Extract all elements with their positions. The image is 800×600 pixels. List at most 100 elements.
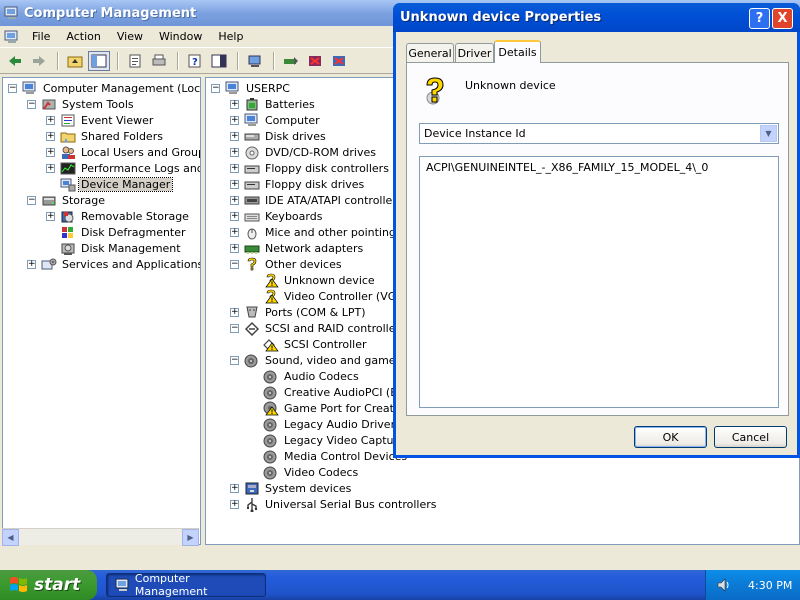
expand-icon[interactable]: + — [230, 483, 239, 493]
up-one-level-icon[interactable] — [64, 51, 86, 71]
expand-icon[interactable]: + — [230, 99, 239, 109]
tree-item[interactable]: + Universal Serial Bus controllers — [230, 496, 438, 512]
tree-item[interactable]: − Other devices — [230, 256, 344, 272]
menu-view[interactable]: View — [109, 28, 151, 45]
shared-folders-icon — [60, 129, 76, 144]
tree-item[interactable]: + Removable Storage — [46, 208, 191, 224]
scroll-right-icon[interactable]: ▶ — [182, 529, 199, 546]
back-icon[interactable] — [4, 51, 26, 71]
tree-item[interactable]: + Performance Logs and Alerts — [46, 160, 200, 176]
tab-details[interactable]: Details — [494, 40, 541, 63]
expand-icon[interactable]: + — [46, 147, 55, 157]
tree-item[interactable]: + DVD/CD-ROM drives — [230, 144, 378, 160]
expand-icon[interactable]: + — [230, 131, 239, 141]
tree-item[interactable]: + Keyboards — [230, 208, 324, 224]
taskbar-item-computer-management[interactable]: Computer Management — [106, 572, 266, 598]
tree-item[interactable]: + Floppy disk drives — [230, 176, 366, 192]
expand-icon[interactable]: + — [230, 115, 239, 125]
collapse-icon[interactable]: − — [230, 259, 239, 269]
tree-item[interactable]: + IDE ATA/ATAPI controllers — [230, 192, 405, 208]
tab-general[interactable]: General — [406, 43, 454, 62]
collapse-icon[interactable]: − — [27, 195, 36, 205]
tree-item[interactable]: − Computer Management (Local) — [8, 80, 200, 96]
tree-item[interactable]: + Ports (COM & LPT) — [230, 304, 368, 320]
tree-item[interactable]: + Computer — [230, 112, 322, 128]
collapse-icon[interactable]: − — [211, 83, 220, 93]
tree-item[interactable]: + Local Users and Groups — [46, 144, 200, 160]
help-button[interactable]: ? — [749, 8, 770, 29]
start-button[interactable]: start — [0, 570, 97, 600]
expand-icon[interactable]: + — [230, 147, 239, 157]
properties-icon[interactable] — [124, 51, 146, 71]
tree-item[interactable]: Unknown device — [249, 272, 377, 288]
tree-item[interactable]: Disk Defragmenter — [46, 224, 188, 240]
expand-icon[interactable]: + — [230, 243, 239, 253]
dialog-titlebar[interactable]: Unknown device Properties ? X — [393, 3, 800, 32]
print-icon[interactable] — [148, 51, 170, 71]
expand-icon[interactable]: + — [46, 115, 55, 125]
help-icon[interactable]: ? — [184, 51, 206, 71]
tree-item[interactable]: + Services and Applications — [27, 256, 200, 272]
scroll-left-icon[interactable]: ◀ — [2, 529, 19, 546]
tree-item[interactable]: Audio Codecs — [249, 368, 361, 384]
expand-icon[interactable]: + — [46, 211, 55, 221]
property-select[interactable]: Device Instance Id ▼ — [419, 123, 779, 144]
tree-item[interactable]: Disk Management — [46, 240, 183, 256]
tree-item[interactable]: Legacy Audio Drivers — [249, 416, 403, 432]
collapse-icon[interactable]: − — [27, 99, 36, 109]
expand-icon[interactable]: + — [230, 307, 239, 317]
tree-item[interactable]: − Storage — [27, 192, 107, 208]
console-tree-pane[interactable]: − Computer Management (Local) − System Tool… — [2, 77, 201, 545]
disable-icon[interactable] — [328, 51, 350, 71]
forward-icon[interactable] — [28, 51, 50, 71]
tree-item[interactable]: + Shared Folders — [46, 128, 165, 144]
tree-item[interactable]: + Disk drives — [230, 128, 328, 144]
expand-icon[interactable]: + — [230, 227, 239, 237]
show-hide-tree-icon[interactable] — [88, 50, 110, 71]
tree-item[interactable]: Video Codecs — [249, 464, 360, 480]
expand-icon[interactable]: + — [27, 259, 36, 269]
uninstall-icon[interactable] — [304, 51, 326, 71]
tree-item[interactable]: + Network adapters — [230, 240, 365, 256]
close-button[interactable]: X — [772, 8, 793, 29]
collapse-icon[interactable]: − — [8, 83, 17, 93]
collapse-icon[interactable]: − — [230, 355, 239, 365]
tree-item[interactable]: − System Tools — [27, 96, 136, 112]
property-value-item[interactable]: ACPI\GENUINEINTEL_-_X86_FAMILY_15_MODEL_… — [426, 161, 708, 174]
tab-driver[interactable]: Driver — [455, 43, 494, 62]
expand-icon[interactable]: + — [230, 179, 239, 189]
collapse-icon[interactable]: − — [230, 323, 239, 333]
menu-help[interactable]: Help — [210, 28, 251, 45]
expand-icon[interactable]: + — [230, 499, 239, 509]
clock[interactable]: 4:30 PM — [748, 579, 792, 592]
expand-icon[interactable]: + — [230, 163, 239, 173]
tree-item[interactable]: Game Port for Creative — [249, 400, 412, 416]
show-console-tree-icon[interactable] — [208, 51, 230, 71]
tree-item[interactable]: + Floppy disk controllers — [230, 160, 391, 176]
cancel-button[interactable]: Cancel — [714, 426, 787, 448]
mmc-icon[interactable] — [4, 30, 20, 44]
tree-item[interactable]: + Batteries — [230, 96, 317, 112]
update-driver-icon[interactable] — [280, 51, 302, 71]
expand-icon[interactable]: + — [46, 131, 55, 141]
expand-icon[interactable]: + — [230, 195, 239, 205]
left-pane-horizontal-scrollbar[interactable]: ◀ ▶ — [2, 528, 199, 546]
ok-button[interactable]: OK — [634, 426, 707, 448]
tree-item[interactable]: − USERPC — [211, 80, 292, 96]
tree-item[interactable]: Media Control Devices — [249, 448, 409, 464]
volume-icon[interactable] — [716, 577, 732, 593]
scan-hardware-icon[interactable] — [244, 51, 266, 71]
tree-item[interactable]: − SCSI and RAID controllers — [230, 320, 408, 336]
tree-item[interactable]: + System devices — [230, 480, 353, 496]
tree-item[interactable]: Device Manager — [46, 176, 174, 192]
tree-item[interactable]: SCSI Controller — [249, 336, 369, 352]
chevron-down-icon[interactable]: ▼ — [760, 125, 777, 142]
menu-file[interactable]: File — [24, 28, 58, 45]
scrollbar-track[interactable] — [19, 529, 182, 545]
menu-action[interactable]: Action — [58, 28, 108, 45]
expand-icon[interactable]: + — [46, 163, 55, 173]
menu-window[interactable]: Window — [151, 28, 210, 45]
tree-item[interactable]: + Event Viewer — [46, 112, 155, 128]
expand-icon[interactable]: + — [230, 211, 239, 221]
property-value-list[interactable]: ACPI\GENUINEINTEL_-_X86_FAMILY_15_MODEL_… — [419, 156, 779, 408]
